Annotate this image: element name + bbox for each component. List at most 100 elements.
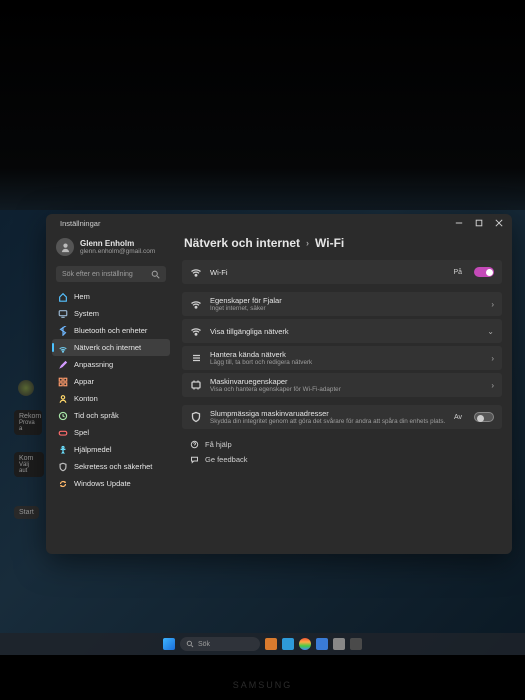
taskbar-settings-icon[interactable] [350, 638, 362, 650]
bg-card-title: Rekom [19, 413, 37, 420]
account-block[interactable]: Glenn Enholm glenn.enholm@gmail.com [52, 236, 170, 262]
bg-accent-dot [18, 380, 34, 396]
sidebar-item-label: Tid och språk [74, 411, 119, 420]
shield-icon [58, 462, 68, 472]
random-mac-toggle[interactable] [474, 412, 494, 422]
sidebar-item-label: Spel [74, 428, 89, 437]
row-random-mac[interactable]: Slumpmässiga maskinvaruadresser Skydda d… [182, 405, 502, 429]
taskbar-search-label: Sök [198, 641, 210, 648]
settings-window: Inställningar Glenn Enholm glenn.enholm@… [46, 214, 512, 554]
sidebar-item-accessibility[interactable]: Hjälpmedel [52, 441, 170, 458]
window-title: Inställningar [60, 219, 100, 228]
search-icon [186, 640, 194, 648]
sidebar-item-label: Hem [74, 292, 90, 301]
bg-card-sub: Prova a [19, 420, 37, 432]
row-hardware-properties[interactable]: Maskinvaruegenskaper Visa och hantera eg… [182, 373, 502, 397]
bg-card-title-2: Kom [19, 455, 39, 462]
taskbar-search[interactable]: Sök [180, 637, 260, 651]
row-known-networks[interactable]: Hantera kända nätverk Lägg till, ta bort… [182, 346, 502, 370]
sidebar-item-label: Anpassning [74, 360, 113, 369]
sidebar-item-privacy[interactable]: Sekretess och säkerhet [52, 458, 170, 475]
breadcrumb-parent[interactable]: Nätverk och internet [184, 236, 300, 250]
gamepad-icon [58, 428, 68, 438]
toggle-state-label: Av [454, 414, 462, 421]
sidebar-item-label: System [74, 309, 99, 318]
row-wifi-toggle[interactable]: Wi-Fi På [182, 260, 502, 284]
feedback-link[interactable]: Ge feedback [182, 452, 502, 467]
wifi-scan-icon [190, 325, 202, 337]
chevron-right-icon: › [491, 354, 494, 363]
monitor-brand: SAMSUNG [233, 680, 293, 690]
sidebar-item-label: Sekretess och säkerhet [74, 462, 152, 471]
row-title: Maskinvaruegenskaper [210, 377, 483, 386]
feedback-label: Ge feedback [205, 455, 248, 464]
search-input[interactable]: Sök efter en inställning [56, 266, 166, 282]
taskbar-chrome-icon[interactable] [299, 638, 311, 650]
start-button[interactable] [163, 638, 175, 650]
row-title: Visa tillgängliga nätverk [210, 327, 479, 336]
sidebar-item-update[interactable]: Windows Update [52, 475, 170, 492]
row-title: Hantera kända nätverk [210, 350, 483, 359]
bluetooth-icon [58, 326, 68, 336]
row-properties[interactable]: Egenskaper för Fjalar Inget internet, sä… [182, 292, 502, 316]
search-placeholder: Sök efter en inställning [62, 271, 133, 278]
hardware-icon [190, 379, 202, 391]
sidebar: Glenn Enholm glenn.enholm@gmail.com Sök … [46, 214, 176, 554]
taskbar-app-icon[interactable] [333, 638, 345, 650]
wifi-icon [190, 266, 202, 278]
sidebar-item-label: Konton [74, 394, 98, 403]
sidebar-item-label: Appar [74, 377, 94, 386]
sidebar-item-network[interactable]: Nätverk och internet [52, 339, 170, 356]
row-subtitle: Skydda din integritet genom att göra det… [210, 418, 446, 425]
sidebar-item-time[interactable]: Tid och språk [52, 407, 170, 424]
apps-icon [58, 377, 68, 387]
row-subtitle: Lägg till, ta bort och redigera nätverk [210, 359, 483, 366]
sidebar-item-label: Hjälpmedel [74, 445, 112, 454]
system-icon [58, 309, 68, 319]
help-icon [190, 440, 199, 449]
main-panel: Nätverk och internet › Wi-Fi Wi-Fi På Eg… [176, 214, 512, 554]
bg-card-line2: aut [19, 468, 39, 474]
person-icon [58, 394, 68, 404]
accessibility-icon [58, 445, 68, 455]
sidebar-item-label: Windows Update [74, 479, 131, 488]
row-subtitle: Inget internet, säker [210, 305, 483, 312]
clock-icon [58, 411, 68, 421]
breadcrumb: Nätverk och internet › Wi-Fi [182, 236, 502, 250]
taskbar-app-icon[interactable] [265, 638, 277, 650]
chevron-down-icon: ⌄ [487, 327, 494, 336]
bg-start-button: Start [14, 506, 39, 519]
row-title: Slumpmässiga maskinvaruadresser [210, 409, 446, 418]
avatar [56, 238, 74, 256]
sidebar-item-system[interactable]: System [52, 305, 170, 322]
get-help-link[interactable]: Få hjälp [182, 437, 502, 452]
row-title: Egenskaper för Fjalar [210, 296, 483, 305]
maximize-button[interactable] [470, 216, 488, 230]
account-name: Glenn Enholm [80, 239, 155, 248]
shield-icon [190, 411, 202, 423]
close-button[interactable] [490, 216, 508, 230]
network-icon [58, 343, 68, 353]
sidebar-item-gaming[interactable]: Spel [52, 424, 170, 441]
row-available-networks[interactable]: Visa tillgängliga nätverk ⌄ [182, 319, 502, 343]
sidebar-item-accounts[interactable]: Konton [52, 390, 170, 407]
sidebar-item-personalization[interactable]: Anpassning [52, 356, 170, 373]
search-icon [151, 270, 160, 279]
feedback-icon [190, 455, 199, 464]
home-icon [58, 292, 68, 302]
sidebar-item-label: Bluetooth och enheter [74, 326, 147, 335]
sidebar-item-bluetooth[interactable]: Bluetooth och enheter [52, 322, 170, 339]
wifi-toggle[interactable] [474, 267, 494, 277]
sidebar-item-apps[interactable]: Appar [52, 373, 170, 390]
taskbar-app-icon[interactable] [316, 638, 328, 650]
sidebar-item-home[interactable]: Hem [52, 288, 170, 305]
minimize-button[interactable] [450, 216, 468, 230]
chevron-right-icon: › [491, 381, 494, 390]
connection-icon [190, 298, 202, 310]
brush-icon [58, 360, 68, 370]
taskbar-app-icon[interactable] [282, 638, 294, 650]
update-icon [58, 479, 68, 489]
help-label: Få hjälp [205, 440, 232, 449]
account-email: glenn.enholm@gmail.com [80, 248, 155, 255]
sidebar-item-label: Nätverk och internet [74, 343, 141, 352]
